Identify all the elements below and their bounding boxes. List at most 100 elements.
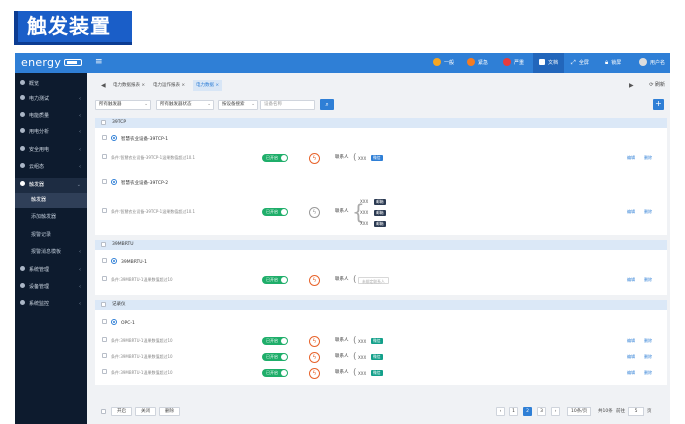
tab-power-data-report[interactable]: 电力数据报表 ×: [113, 80, 145, 91]
delete-button[interactable]: 删除: [644, 208, 652, 216]
page-1[interactable]: 1: [509, 407, 518, 416]
device-row[interactable]: 智慧农业设备-39TCP-1: [102, 135, 168, 144]
sidebar-subitem-trigger-list[interactable]: 触发器: [15, 193, 87, 208]
disable-button[interactable]: 关闭: [135, 407, 156, 416]
brace-icon: (: [353, 153, 357, 163]
contact-label: 联系人: [335, 354, 349, 359]
contact-label: 联系人: [335, 338, 349, 343]
lock-button[interactable]: 🔒︎ 锁屏: [605, 53, 621, 73]
tab-power-operation-report[interactable]: 电力运作报表 ×: [153, 80, 185, 91]
edit-button[interactable]: 编辑: [627, 154, 635, 162]
brace-icon: (: [353, 275, 357, 285]
sidebar-item-safety[interactable]: 安全用电 ‹: [15, 143, 87, 158]
unbound-contact-placeholder[interactable]: 未绑定联系人: [358, 277, 389, 284]
group-checkbox[interactable]: [101, 242, 106, 247]
contact-value: XXX: [360, 210, 369, 215]
sidebar-item-power-test[interactable]: 电力测试 ‹: [15, 92, 87, 107]
tab-scroll-left-icon[interactable]: ◀: [101, 80, 106, 91]
refresh-button[interactable]: ⟳ 刷新: [649, 80, 665, 91]
power-quality-icon: [20, 112, 25, 117]
enable-button[interactable]: 开启: [111, 407, 132, 416]
delete-button[interactable]: 删除: [644, 369, 652, 377]
trigger-status-toggle[interactable]: 已开启: [262, 276, 288, 284]
sidebar-item-power-quality[interactable]: 电能质量 ‹: [15, 109, 87, 124]
select-all-checkbox[interactable]: [101, 409, 106, 414]
chevron-down-icon: ⌄: [251, 102, 255, 107]
sidebar: 概览 电力测试 ‹ 电能质量 ‹ 用电分析 ‹ 安全用电 ‹ 云组态 ‹ 触发器 ⌄ 触发器…: [15, 73, 87, 424]
page-3[interactable]: 3: [537, 407, 546, 416]
group-card-recorder: 记录仪 OPC-1 条件:39MBRTU-1温果数值超过10 已开启 ϟ 联系人…: [95, 300, 667, 385]
trigger-checkbox[interactable]: [102, 369, 107, 374]
sidebar-item-system-monitor[interactable]: 系统监控 ‹: [15, 297, 87, 312]
group-checkbox[interactable]: [101, 302, 106, 307]
prev-page-button[interactable]: ‹: [496, 407, 505, 416]
alert-urgent-button[interactable]: 紧急: [467, 53, 488, 73]
fullscreen-icon: ⤢: [571, 59, 576, 66]
overview-icon: [20, 80, 25, 85]
goto-suffix: 页: [647, 409, 652, 414]
trigger-status-toggle[interactable]: 已开启: [262, 337, 288, 345]
trigger-status-select[interactable]: 所有触发器状态 ⌄: [156, 100, 214, 110]
search-by-select[interactable]: 按设备搜索 ⌄: [218, 100, 258, 110]
user-menu[interactable]: 用户名: [639, 53, 665, 73]
sidebar-subitem-alarm-templates[interactable]: 报警消息模板 ‹: [15, 245, 87, 260]
trigger-status-toggle[interactable]: 已开启: [262, 353, 288, 361]
fullscreen-button[interactable]: ⤢ 全屏: [571, 53, 589, 73]
goto-page-input[interactable]: 5: [628, 407, 644, 416]
device-row[interactable]: 39MBRTU-1: [102, 258, 147, 267]
add-trigger-button[interactable]: +: [653, 99, 664, 110]
usage-analysis-icon: [20, 128, 25, 133]
bulk-delete-button[interactable]: 删除: [159, 407, 180, 416]
device-row[interactable]: 智慧农业设备-39TCP-2: [102, 179, 168, 188]
tab-power-data[interactable]: 电力数据 ×: [193, 80, 223, 91]
trigger-checkbox[interactable]: [102, 154, 107, 159]
trigger-row: 条件:39MBRTU-1温果数值超过10: [102, 353, 173, 361]
delete-button[interactable]: 删除: [644, 337, 652, 345]
sidebar-subitem-alarm-records[interactable]: 报警记录: [15, 228, 87, 243]
sidebar-item-triggers[interactable]: 触发器 ⌄: [15, 178, 87, 193]
tab-scroll-right-icon[interactable]: ▶: [629, 80, 634, 91]
edit-button[interactable]: 编辑: [627, 337, 635, 345]
device-checkbox[interactable]: [102, 319, 107, 324]
device-checkbox[interactable]: [102, 135, 107, 140]
delete-button[interactable]: 删除: [644, 276, 652, 284]
device-checkbox[interactable]: [102, 258, 107, 263]
menu-toggle-icon[interactable]: ≡: [95, 57, 103, 67]
trigger-checkbox[interactable]: [102, 208, 107, 213]
contact-value: XXX: [358, 355, 367, 360]
page-2[interactable]: 2: [523, 407, 532, 416]
sidebar-item-system-admin[interactable]: 系统管理 ‹: [15, 263, 87, 278]
device-row[interactable]: OPC-1: [102, 319, 135, 328]
next-page-button[interactable]: ›: [551, 407, 560, 416]
edit-button[interactable]: 编辑: [627, 353, 635, 361]
edit-button[interactable]: 编辑: [627, 369, 635, 377]
trigger-checkbox[interactable]: [102, 353, 107, 358]
trigger-type-select[interactable]: 所有触发器 ⌄: [95, 100, 151, 110]
trigger-checkbox[interactable]: [102, 337, 107, 342]
delete-button[interactable]: 删除: [644, 353, 652, 361]
docs-button[interactable]: 文档: [533, 53, 565, 73]
alert-severe-button[interactable]: 严重: [503, 53, 524, 73]
device-checkbox[interactable]: [102, 179, 107, 184]
trigger-status-toggle[interactable]: 已开启: [262, 369, 288, 377]
alert-general-button[interactable]: 一般: [433, 53, 454, 73]
sidebar-item-device-admin[interactable]: 设备管理 ‹: [15, 280, 87, 295]
wechat-badge: 微信: [371, 338, 383, 344]
system-admin-icon: [20, 266, 25, 271]
sidebar-item-overview[interactable]: 概览: [15, 77, 87, 92]
search-button[interactable]: ⌕: [320, 99, 334, 110]
group-checkbox[interactable]: [101, 120, 106, 125]
sidebar-subitem-add-trigger[interactable]: 添加触发器: [15, 210, 87, 225]
device-name-input[interactable]: 设备名称: [260, 100, 315, 110]
goto-prefix: 前往: [616, 409, 625, 414]
page-size-select[interactable]: 10条/页: [567, 407, 592, 416]
trigger-status-toggle[interactable]: 已开启: [262, 208, 288, 216]
delete-button[interactable]: 删除: [644, 154, 652, 162]
trigger-checkbox[interactable]: [102, 276, 107, 281]
sidebar-item-usage-analysis[interactable]: 用电分析 ‹: [15, 125, 87, 140]
trigger-status-toggle[interactable]: 已开启: [262, 154, 288, 162]
edit-button[interactable]: 编辑: [627, 208, 635, 216]
edit-button[interactable]: 编辑: [627, 276, 635, 284]
avatar: [639, 58, 647, 66]
sidebar-item-cloud-config[interactable]: 云组态 ‹: [15, 160, 87, 175]
